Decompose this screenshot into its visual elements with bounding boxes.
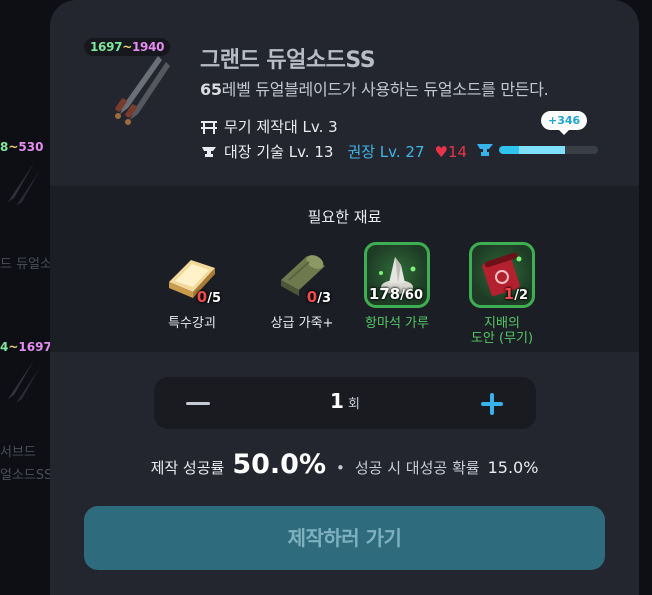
- workbench-icon: [201, 120, 217, 134]
- great-success-label: 성공 시 대성공 확률: [354, 459, 480, 477]
- success-rates: 제작 성공률 50.0% • 성공 시 대성공 확률 15.0%: [50, 449, 639, 480]
- skill-requirement: 대장 기술 Lv. 13 권장 Lv. 27 ♥14: [200, 141, 467, 162]
- bg-item-name: 드 듀얼소: [0, 257, 52, 272]
- material-count: 1/2: [503, 285, 528, 303]
- recommended-level: 권장 Lv. 27: [347, 143, 425, 161]
- skill-exp-bar: [499, 146, 598, 154]
- materials-section: 필요한 재료 0/5 특수강괴 0/3 상급 가죽+ 178/60 항마석 가루…: [50, 186, 639, 352]
- dual-sword-icon: [8, 360, 40, 403]
- dual-sword-icon: [8, 163, 40, 206]
- material-name: 지배의 도안 (무기): [470, 316, 534, 346]
- bg-item-name: 얼소드SS: [0, 468, 53, 483]
- workbench-requirement: 무기 제작대 Lv. 3: [200, 116, 338, 137]
- level-range-badge: 1697~1940: [84, 38, 171, 56]
- go-craft-button[interactable]: 제작하러 가기: [84, 506, 605, 570]
- skill-exp-fill: [499, 146, 566, 154]
- material-count: 0/3: [306, 288, 331, 306]
- anvil-icon: [202, 146, 216, 157]
- quantity-stepper: 1회: [154, 377, 536, 429]
- success-rate-value: 50.0%: [232, 449, 327, 480]
- material-count: 178/60: [368, 285, 423, 303]
- material-item[interactable]: 0/3 상급 가죽+: [252, 242, 352, 331]
- material-count: 0/5: [196, 288, 221, 306]
- item-title: 그랜드 듀얼소드SS: [200, 48, 376, 73]
- material-item[interactable]: 0/5 특수강괴: [142, 242, 242, 331]
- material-item[interactable]: 1/2 지배의 도안 (무기): [452, 242, 552, 346]
- great-success-value: 15.0%: [487, 458, 539, 477]
- bg-item-range: 8~530: [0, 140, 44, 154]
- heart-count: ♥14: [434, 142, 468, 161]
- exp-gain-tooltip: +346: [541, 111, 588, 135]
- material-name: 특수강괴: [168, 316, 216, 331]
- bg-item-name: 서브드: [0, 445, 36, 460]
- materials-heading: 필요한 재료: [307, 208, 382, 226]
- increase-quantity-button[interactable]: [478, 390, 506, 418]
- crafting-panel: 1697~1940 그랜드 듀얼소드SS 65레벨 듀얼블레이드가 사용하는 듀…: [50, 0, 639, 595]
- material-item[interactable]: 178/60 항마석 가루: [347, 242, 447, 331]
- anvil-icon: [477, 144, 493, 156]
- bg-item-range: 4~1697: [0, 340, 52, 354]
- material-name: 항마석 가루: [365, 316, 429, 331]
- item-description: 65레벨 듀얼블레이드가 사용하는 듀얼소드를 만든다.: [200, 80, 549, 99]
- material-name: 상급 가죽+: [270, 316, 334, 331]
- separator-dot: •: [336, 459, 345, 477]
- success-rate-label: 제작 성공률: [150, 459, 225, 477]
